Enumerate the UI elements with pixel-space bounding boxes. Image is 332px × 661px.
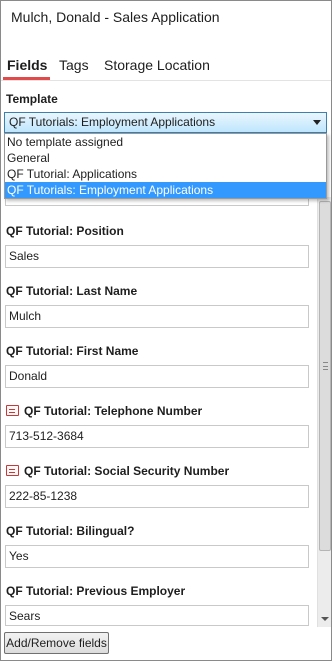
vertical-scrollbar[interactable] xyxy=(317,197,331,627)
field-list-icon xyxy=(6,465,19,476)
template-option-general[interactable]: General xyxy=(5,150,326,166)
field-label: QF Tutorial: Last Name xyxy=(6,284,138,298)
last-name-input[interactable]: Mulch xyxy=(5,305,309,328)
scrollbar-thumb[interactable] xyxy=(319,201,331,551)
field-label: QF Tutorial: First Name xyxy=(6,344,139,358)
field-list-icon xyxy=(6,405,19,416)
template-selected-value: QF Tutorials: Employment Applications xyxy=(9,115,216,129)
active-tab-indicator xyxy=(3,77,50,80)
tab-fields[interactable]: Fields xyxy=(7,57,47,73)
template-option-none[interactable]: No template assigned xyxy=(5,134,326,150)
bilingual-input[interactable]: Yes xyxy=(5,545,309,568)
tab-bar: Fields Tags Storage Location xyxy=(1,55,331,81)
template-select[interactable]: QF Tutorials: Employment Applications xyxy=(4,112,327,133)
ssn-input[interactable]: 222-85-1238 xyxy=(5,485,309,508)
scroll-down-arrow-icon[interactable] xyxy=(321,617,329,621)
field-label-text: QF Tutorial: Social Security Number xyxy=(24,464,230,478)
panel-title: Mulch, Donald - Sales Application xyxy=(11,9,220,25)
field-label: QF Tutorial: Previous Employer xyxy=(6,584,186,598)
field-label-ssn: QF Tutorial: Social Security Number xyxy=(6,464,229,478)
tab-tags[interactable]: Tags xyxy=(59,57,89,73)
dropdown-arrow-icon xyxy=(313,120,321,125)
footer-bar: Add/Remove fields xyxy=(1,627,331,660)
field-label-telephone: QF Tutorial: Telephone Number xyxy=(6,404,202,418)
template-label: Template xyxy=(6,92,58,106)
template-dropdown-list: No template assigned General QF Tutorial… xyxy=(4,133,327,199)
first-name-input[interactable]: Donald xyxy=(5,365,309,388)
add-remove-fields-button[interactable]: Add/Remove fields xyxy=(4,632,109,654)
template-option-employment-applications[interactable]: QF Tutorials: Employment Applications xyxy=(5,182,326,198)
template-option-applications[interactable]: QF Tutorial: Applications xyxy=(5,166,326,182)
field-label: QF Tutorial: Bilingual? xyxy=(6,524,135,538)
metadata-panel: Mulch, Donald - Sales Application Fields… xyxy=(0,0,332,661)
field-label-text: QF Tutorial: Telephone Number xyxy=(24,404,203,418)
position-input[interactable]: Sales xyxy=(5,245,309,268)
field-label: QF Tutorial: Position xyxy=(6,224,124,238)
grip-icon xyxy=(323,362,328,370)
previous-employer-input[interactable]: Sears xyxy=(5,605,309,626)
telephone-input[interactable]: 713-512-3684 xyxy=(5,425,309,448)
tab-storage-location[interactable]: Storage Location xyxy=(104,57,210,73)
